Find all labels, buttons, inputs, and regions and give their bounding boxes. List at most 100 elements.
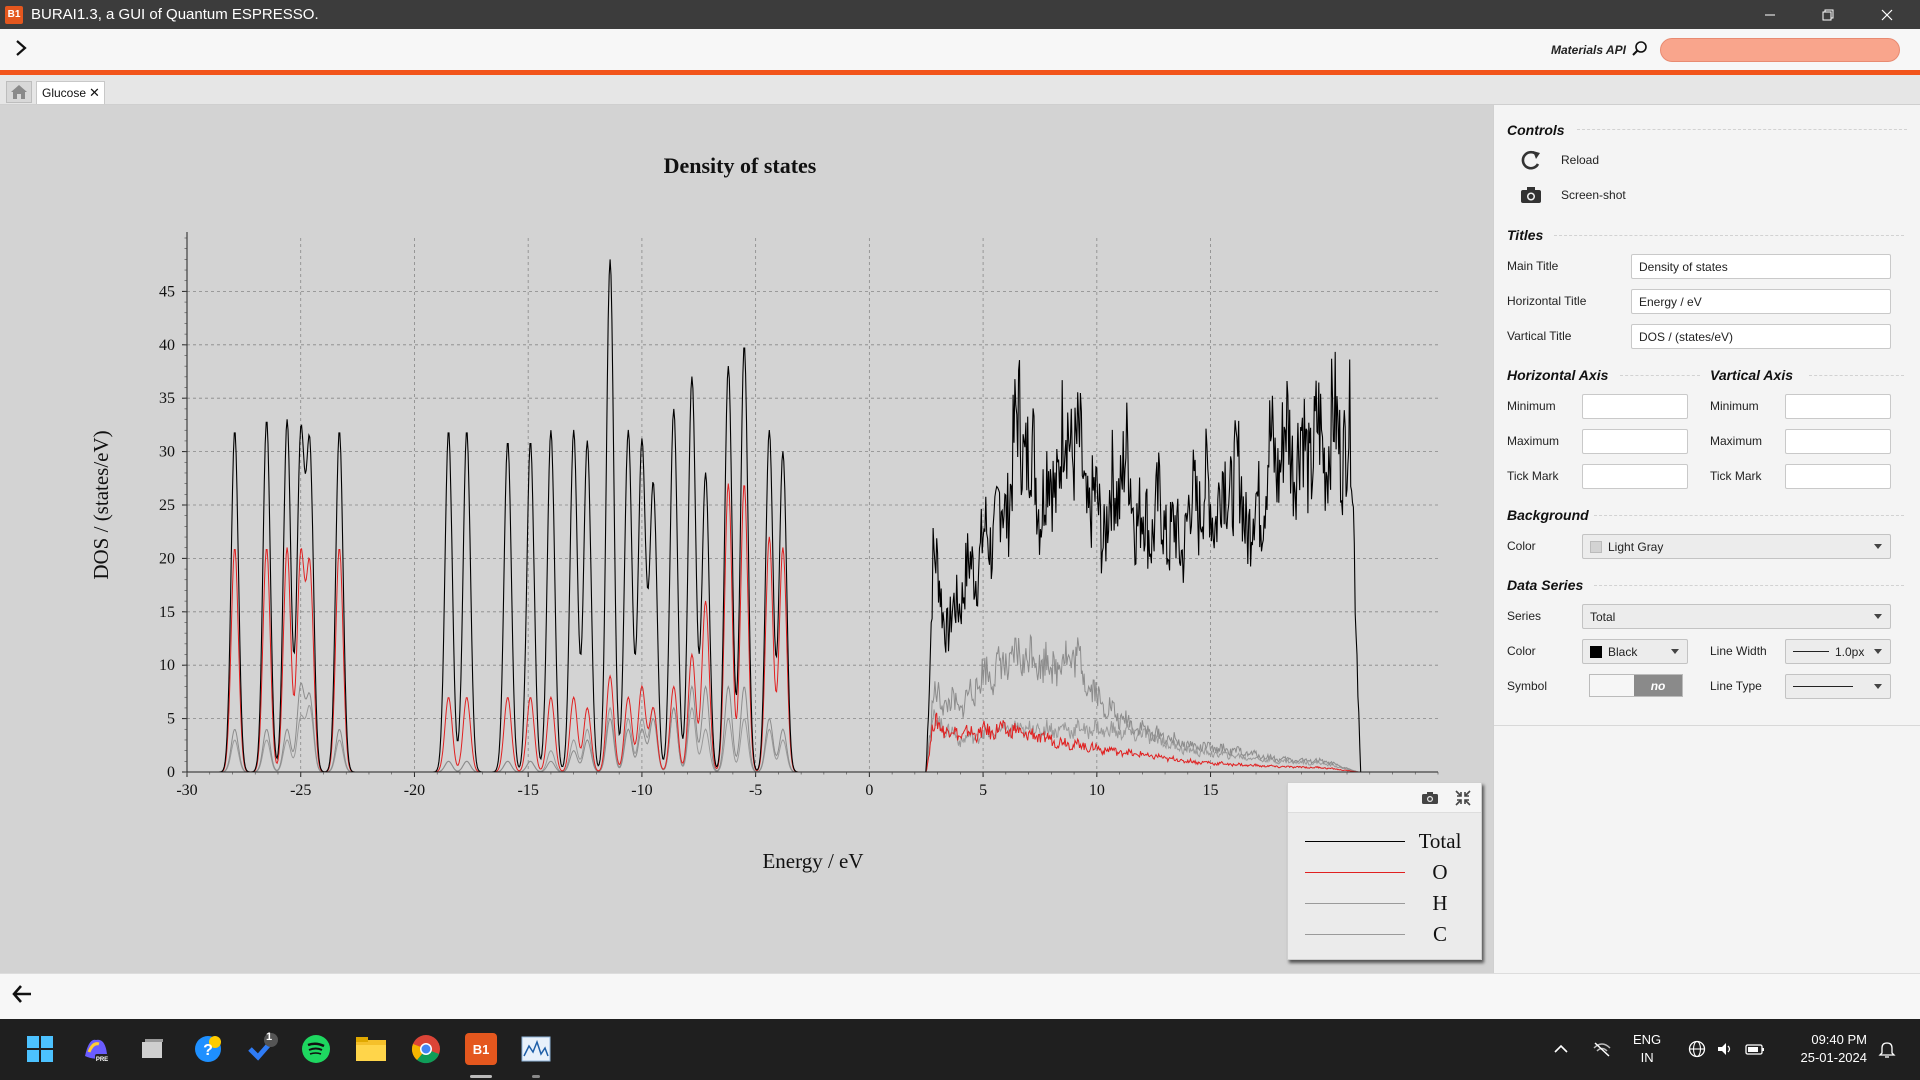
restore-button[interactable] bbox=[1801, 0, 1855, 29]
reload-button[interactable]: Reload bbox=[1561, 153, 1599, 167]
horizontal-title-input[interactable]: Energy / eV bbox=[1631, 289, 1891, 314]
x-tick-label: -20 bbox=[404, 782, 425, 799]
legend-label: Total bbox=[1418, 828, 1462, 853]
dos-chart: -30 -25 -20 -15 -10 -5 0 5 10 15 0 5 10 15 20 25 30 35 40 4… bbox=[89, 153, 1439, 873]
separator bbox=[1594, 515, 1904, 516]
notification-bell-icon[interactable] bbox=[1878, 1040, 1896, 1058]
task-view-icon[interactable] bbox=[136, 1033, 168, 1065]
chevron-down-icon bbox=[1874, 649, 1882, 654]
v-min-input[interactable] bbox=[1785, 394, 1891, 419]
help-icon[interactable]: ? bbox=[192, 1033, 224, 1065]
file-explorer-icon[interactable] bbox=[355, 1033, 387, 1065]
network-off-icon[interactable] bbox=[1592, 1040, 1612, 1058]
minimize-button[interactable] bbox=[1743, 0, 1797, 29]
main-title-input[interactable]: Density of states bbox=[1631, 254, 1891, 279]
legend-swatch bbox=[1305, 840, 1405, 842]
tab-close-icon[interactable]: ✕ bbox=[89, 85, 100, 101]
y-tick-label: 20 bbox=[159, 550, 175, 567]
chevron-down-icon bbox=[1874, 544, 1882, 549]
svg-text:?: ? bbox=[203, 1042, 213, 1059]
chevron-down-icon bbox=[1874, 614, 1882, 619]
running-indicator bbox=[532, 1075, 540, 1078]
y-axis-label: DOS / (states/eV) bbox=[89, 430, 113, 579]
settings-panel: Controls Reload Screen-shot Titles Main … bbox=[1493, 105, 1920, 973]
home-icon bbox=[11, 85, 27, 99]
collapse-icon[interactable] bbox=[1454, 789, 1472, 807]
symbol-label: Symbol bbox=[1507, 679, 1548, 693]
y-tick-label: 45 bbox=[159, 283, 175, 300]
symbol-toggle[interactable]: no bbox=[1589, 674, 1683, 697]
v-min-label: Minimum bbox=[1710, 399, 1759, 413]
spotify-icon[interactable] bbox=[300, 1033, 332, 1065]
x-tick-label: -15 bbox=[518, 782, 539, 799]
language-indicator[interactable]: ENG IN bbox=[1633, 1031, 1661, 1067]
screenshot-button[interactable]: Screen-shot bbox=[1561, 188, 1626, 202]
close-button[interactable] bbox=[1860, 0, 1914, 29]
windows-start-icon[interactable] bbox=[24, 1033, 56, 1065]
series-select[interactable]: Total bbox=[1582, 604, 1891, 629]
vertical-title-label: Vartical Title bbox=[1507, 329, 1572, 343]
minimize-icon bbox=[1765, 14, 1775, 15]
series-label: Series bbox=[1507, 609, 1542, 623]
tab-strip: Glucose ✕ bbox=[0, 75, 1920, 105]
x-tick-label: 0 bbox=[865, 782, 873, 799]
chevron-up-icon[interactable] bbox=[1552, 1040, 1570, 1058]
tab-glucose[interactable]: Glucose ✕ bbox=[36, 81, 105, 104]
camera-icon[interactable] bbox=[1520, 184, 1542, 206]
separator bbox=[1554, 235, 1904, 236]
legend-label: O bbox=[1432, 859, 1448, 884]
background-color-select[interactable]: Light Gray bbox=[1582, 534, 1891, 559]
line-width-value: 1.0px bbox=[1835, 644, 1865, 659]
background-title: Background bbox=[1507, 507, 1589, 523]
battery-icon[interactable] bbox=[1744, 1040, 1766, 1058]
volume-icon[interactable] bbox=[1716, 1040, 1734, 1058]
legend-item-h: H bbox=[1305, 891, 1475, 915]
series-color-select[interactable]: Black bbox=[1582, 639, 1688, 664]
line-type-select[interactable] bbox=[1785, 674, 1891, 699]
y-tick-label: 15 bbox=[159, 604, 175, 621]
region-label: IN bbox=[1640, 1050, 1654, 1065]
legend-item-o: O bbox=[1305, 860, 1475, 884]
burai-taskbar-icon[interactable]: B1 bbox=[465, 1033, 497, 1065]
home-tab[interactable] bbox=[6, 81, 32, 103]
chrome-icon[interactable] bbox=[410, 1033, 442, 1065]
color-swatch bbox=[1590, 645, 1602, 658]
globe-icon[interactable] bbox=[1688, 1040, 1706, 1058]
separator bbox=[1594, 585, 1904, 586]
chevron-down-icon bbox=[1671, 649, 1679, 654]
legend-swatch bbox=[1305, 933, 1405, 935]
horizontal-axis-title: Horizontal Axis bbox=[1507, 367, 1609, 383]
h-max-label: Maximum bbox=[1507, 434, 1560, 448]
h-tick-input[interactable] bbox=[1582, 464, 1688, 489]
x-tick-label: 10 bbox=[1089, 782, 1105, 799]
line-width-label: Line Width bbox=[1710, 644, 1767, 658]
v-max-input[interactable] bbox=[1785, 429, 1891, 454]
x-tick-label: -25 bbox=[290, 782, 311, 799]
v-tick-input[interactable] bbox=[1785, 464, 1891, 489]
search-icon[interactable] bbox=[1631, 40, 1649, 58]
chart-legend[interactable]: Total O H C bbox=[1287, 782, 1482, 960]
line-width-select[interactable]: 1.0px bbox=[1785, 639, 1891, 664]
back-arrow-icon[interactable] bbox=[11, 981, 33, 1012]
clock[interactable]: 09:40 PM 25-01-2024 bbox=[1783, 1031, 1868, 1067]
background-color-value: Light Gray bbox=[1608, 539, 1664, 554]
todo-icon[interactable]: 1 bbox=[246, 1031, 278, 1065]
app-icon: B1 bbox=[5, 5, 23, 24]
plot-app-icon[interactable] bbox=[520, 1033, 552, 1065]
h-tick-label: Tick Mark bbox=[1507, 469, 1559, 483]
h-min-label: Minimum bbox=[1507, 399, 1556, 413]
reload-icon[interactable] bbox=[1520, 149, 1542, 171]
vertical-title-input[interactable]: DOS / (states/eV) bbox=[1631, 324, 1891, 349]
copilot-icon[interactable]: PRE bbox=[80, 1033, 112, 1065]
camera-icon[interactable] bbox=[1421, 791, 1439, 805]
h-max-input[interactable] bbox=[1582, 429, 1688, 454]
legend-swatch bbox=[1305, 871, 1405, 873]
expand-chevron-icon[interactable] bbox=[14, 37, 28, 63]
v-max-label: Maximum bbox=[1710, 434, 1763, 448]
materials-search-input[interactable] bbox=[1660, 38, 1900, 62]
y-tick-label: 35 bbox=[159, 390, 175, 407]
vertical-axis-title: Vartical Axis bbox=[1710, 367, 1794, 383]
y-tick-label: 10 bbox=[159, 657, 175, 674]
legend-label: C bbox=[1432, 921, 1447, 946]
h-min-input[interactable] bbox=[1582, 394, 1688, 419]
